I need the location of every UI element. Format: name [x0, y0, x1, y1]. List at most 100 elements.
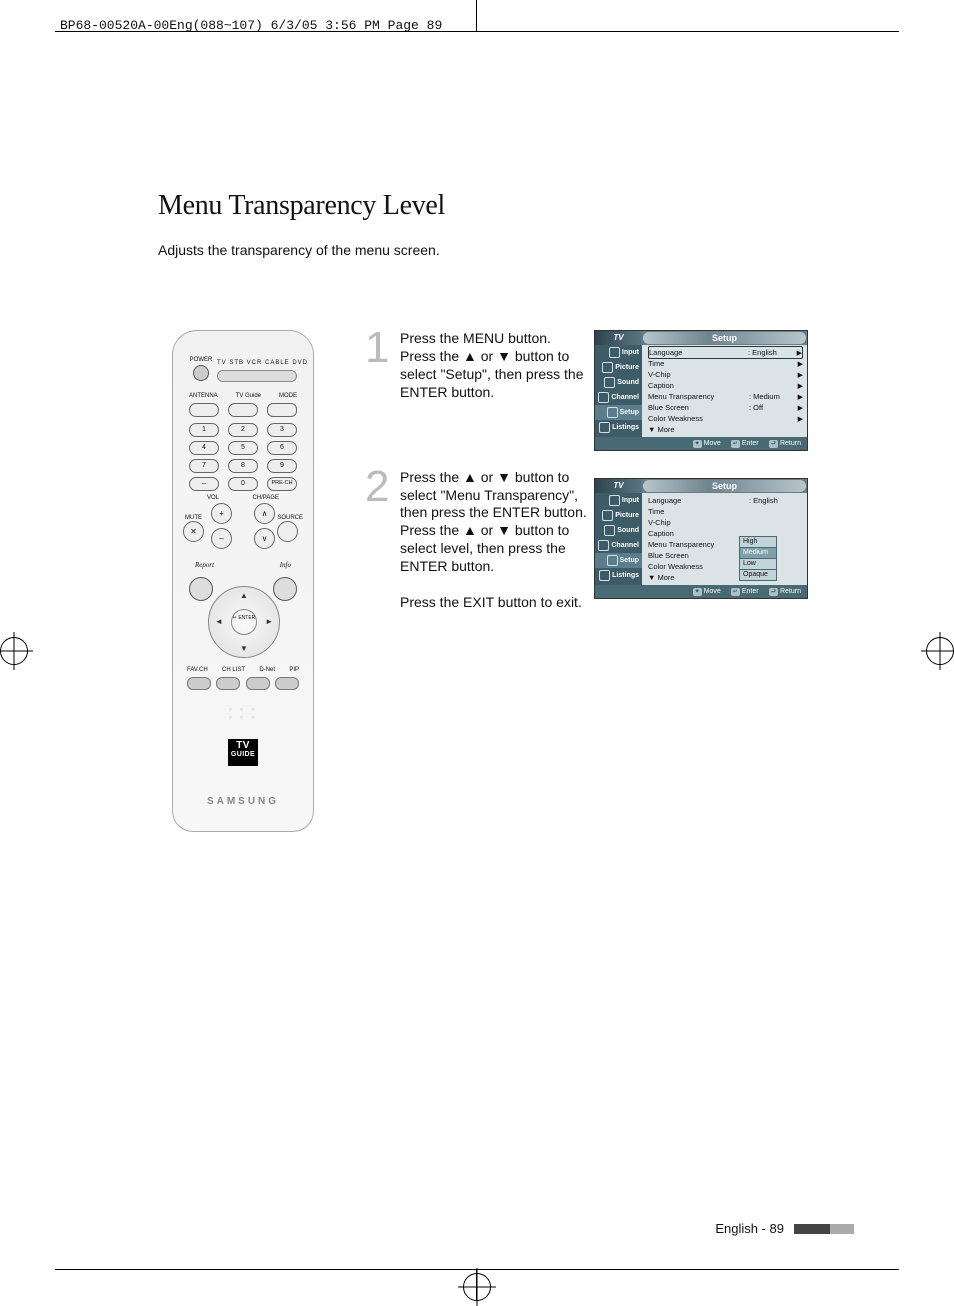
osd-menu-row: V-Chip▶	[648, 369, 803, 380]
page-footer: English - 89	[715, 1221, 854, 1236]
osd-tv-badge: TV	[595, 479, 642, 493]
source-button-icon	[277, 521, 298, 542]
osd-side-item: Listings	[595, 568, 642, 583]
num-6: 6	[267, 441, 297, 455]
osd-menu-row: Color Weakness▶	[648, 413, 803, 424]
osd-menu-row: Color Weakness	[648, 561, 803, 572]
top-row-labels: ANTENNATV GuideMODE	[189, 393, 297, 399]
osd-menu-row: ▼ More	[648, 572, 803, 583]
osd-menu-row: Time	[648, 506, 803, 517]
osd-pane: Language: English▶Time▶V-Chip▶Caption▶Me…	[642, 345, 807, 437]
remote-illustration: POWER TV STB VCR CABLE DVD ANTENNATV Gui…	[172, 330, 314, 832]
mode-slider	[217, 370, 297, 382]
info-label: Info	[280, 561, 291, 569]
osd-screenshot-1: TVSetup InputPictureSoundChannelSetupLis…	[594, 330, 808, 451]
crop-mark	[55, 31, 899, 32]
osd-screenshot-2: TVSetup InputPictureSoundChannelSetupLis…	[594, 478, 808, 599]
osd-title: Setup	[643, 480, 806, 492]
dpad: ▲ ▼ ◄ ► ↵ ENTER	[208, 586, 280, 658]
osd-menu-row: Menu Transparency	[648, 539, 803, 550]
num-8: 8	[228, 459, 258, 473]
pip-button	[275, 677, 299, 690]
num-2: 2	[228, 423, 258, 437]
dash-button: –	[189, 477, 219, 491]
manual-page: BP68-00520A-00Eng(088~107) 6/3/05 3:56 P…	[0, 0, 954, 1301]
osd-menu-row: Time▶	[648, 358, 803, 369]
osd-side-item: Channel	[595, 538, 642, 553]
right-arrow-icon: ►	[265, 617, 273, 626]
transparency-option: Opaque	[739, 569, 777, 581]
report-label: Report	[195, 561, 214, 569]
osd-side-item: Setup	[595, 405, 642, 420]
osd-title: Setup	[643, 332, 806, 344]
power-button-icon	[193, 365, 209, 381]
exit-button-icon	[273, 577, 297, 601]
menu-button-icon	[189, 577, 213, 601]
osd-footer: ✦Move ↵Enter ⮐Return	[595, 437, 807, 450]
osd-side-item: Input	[595, 493, 642, 508]
step-number: 1	[365, 320, 389, 376]
osd-menu-row: Language: English	[648, 495, 803, 506]
osd-side-item: Sound	[595, 523, 642, 538]
registration-mark	[463, 1273, 491, 1301]
step-text: Press the ▲ or ▼ button to select "Menu …	[400, 469, 590, 576]
ch-label: CH/PAGE	[252, 495, 279, 501]
decorative-dots: ○ ○ ○○ ○ ○	[173, 706, 313, 722]
num-3: 3	[267, 423, 297, 437]
osd-menu-row: ▼ More	[648, 424, 803, 435]
osd-menu-row: Caption▶	[648, 380, 803, 391]
mute-button-icon: ✕	[183, 521, 204, 542]
chlist-button	[216, 677, 240, 690]
registration-mark	[926, 637, 954, 665]
footer-bar-icon	[794, 1224, 854, 1234]
dnet-button	[246, 677, 270, 690]
osd-menu-row: Caption	[648, 528, 803, 539]
osd-side-item: Channel	[595, 390, 642, 405]
intro-text: Adjusts the transparency of the menu scr…	[158, 242, 859, 258]
osd-menu-row: V-Chip	[648, 517, 803, 528]
osd-sidebar: InputPictureSoundChannelSetupListings	[595, 493, 642, 585]
favch-button	[187, 677, 211, 690]
osd-menu-row: Blue Screen: Off▶	[648, 402, 803, 413]
content-block: Menu Transparency Level Adjusts the tran…	[158, 190, 859, 318]
pip-label: PIP	[289, 667, 299, 673]
num-5: 5	[228, 441, 258, 455]
vol-label: VOL	[207, 495, 219, 501]
page-title: Menu Transparency Level	[158, 190, 859, 222]
osd-side-item: Sound	[595, 375, 642, 390]
osd-sidebar: InputPictureSoundChannelSetupListings	[595, 345, 642, 437]
antenna-button	[189, 403, 219, 417]
osd-footer: ✦Move ↵Enter ⮐Return	[595, 585, 807, 598]
power-label: POWER	[189, 357, 213, 381]
num-0: 0	[228, 477, 258, 491]
left-arrow-icon: ◄	[215, 617, 223, 626]
osd-side-item: Picture	[595, 360, 642, 375]
step-text: Press the MENU button. Press the ▲ or ▼ …	[400, 330, 590, 402]
brand-logo: SAMSUNG	[173, 796, 313, 807]
step-number: 2	[365, 459, 389, 515]
source-label: SOURCE	[277, 515, 303, 521]
osd-side-item: Picture	[595, 508, 642, 523]
num-7: 7	[189, 459, 219, 473]
transparency-options: HighMediumLowOpaque	[739, 537, 777, 581]
num-1: 1	[189, 423, 219, 437]
down-arrow-icon: ▼	[240, 644, 248, 653]
instruction-steps: 1 Press the MENU button. Press the ▲ or …	[365, 330, 590, 634]
osd-side-item: Input	[595, 345, 642, 360]
osd-tv-badge: TV	[595, 331, 642, 345]
exit-instruction: Press the EXIT button to exit.	[400, 594, 590, 612]
num-9: 9	[267, 459, 297, 473]
favch-label: FAV.CH	[187, 667, 208, 673]
dnet-label: D-Net	[259, 667, 275, 673]
osd-side-item: Listings	[595, 420, 642, 435]
step-1: 1 Press the MENU button. Press the ▲ or …	[365, 330, 590, 402]
tvguide-button	[228, 403, 258, 417]
device-modes-label: TV STB VCR CABLE DVD	[217, 360, 308, 366]
registration-mark	[0, 637, 28, 665]
prech-button: PRE-CH	[267, 477, 297, 491]
tvguide-logo: TVGUIDE	[173, 739, 313, 766]
mute-label: MUTE	[183, 515, 204, 521]
mode-button	[267, 403, 297, 417]
enter-button: ↵ ENTER	[231, 609, 257, 635]
osd-menu-row: Menu Transparency: Medium▶	[648, 391, 803, 402]
